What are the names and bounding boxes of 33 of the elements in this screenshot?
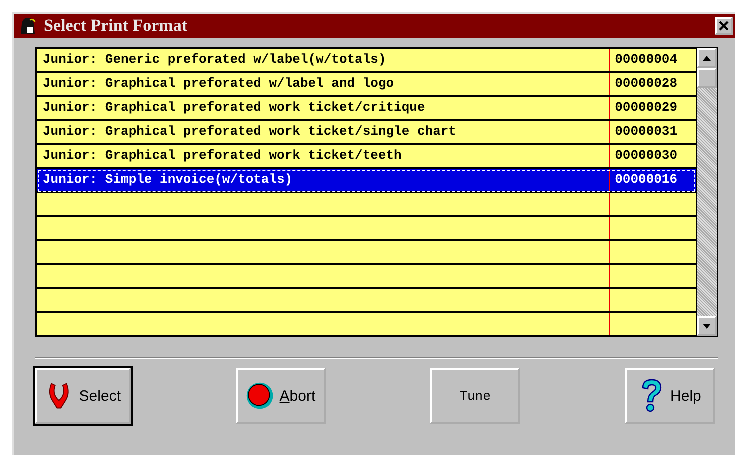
format-name: Junior: Graphical preforated w/label and logo	[37, 73, 610, 95]
tune-button[interactable]: Tune	[430, 368, 520, 424]
format-row[interactable]: Junior: Graphical preforated w/label and logo 00000028	[37, 73, 696, 97]
abort-button[interactable]: Abort	[236, 368, 326, 424]
help-button[interactable]: Help	[624, 368, 715, 424]
round-button-icon	[246, 380, 274, 412]
format-code: 00000028	[614, 75, 679, 93]
scroll-up-button[interactable]	[697, 48, 717, 68]
format-row[interactable]: Junior: Generic preforated w/label(w/totals) 00000004	[37, 49, 696, 73]
format-row[interactable]: Junior: Graphical preforated work ticket/critique 00000029	[37, 97, 696, 121]
scroll-thumb[interactable]	[697, 68, 717, 88]
format-code: 00000016	[614, 171, 679, 189]
format-name: Junior: Generic preforated w/label(w/totals)	[37, 49, 610, 71]
format-name: Junior: Graphical preforated work ticket/teeth	[37, 145, 610, 167]
scrollbar[interactable]	[696, 47, 718, 337]
format-name: Junior: Simple invoice(w/totals)	[37, 169, 610, 191]
close-icon	[719, 21, 729, 31]
format-code: 00000004	[614, 51, 679, 69]
format-row[interactable]: Junior: Graphical preforated work ticket/teeth 00000030	[37, 145, 696, 169]
format-row[interactable]: Junior: Simple invoice(w/totals) 00000016	[37, 169, 696, 193]
select-button[interactable]: Select	[35, 368, 131, 424]
format-name: Junior: Graphical preforated work ticket/single chart	[37, 121, 610, 143]
scroll-down-button[interactable]	[697, 316, 717, 336]
up-arrow-icon	[703, 56, 712, 60]
format-row[interactable]: Junior: Graphical preforated work ticket/single chart 00000031	[37, 121, 696, 145]
down-arrow-icon	[703, 324, 712, 328]
app-icon	[18, 16, 38, 36]
format-code: 00000031	[614, 123, 679, 141]
window-title: Select Print Format	[44, 16, 188, 36]
format-code: 00000030	[614, 147, 679, 165]
format-code: 00000029	[614, 99, 679, 117]
close-button[interactable]	[715, 17, 733, 35]
format-name: Junior: Graphical preforated work ticket/critique	[37, 97, 610, 119]
